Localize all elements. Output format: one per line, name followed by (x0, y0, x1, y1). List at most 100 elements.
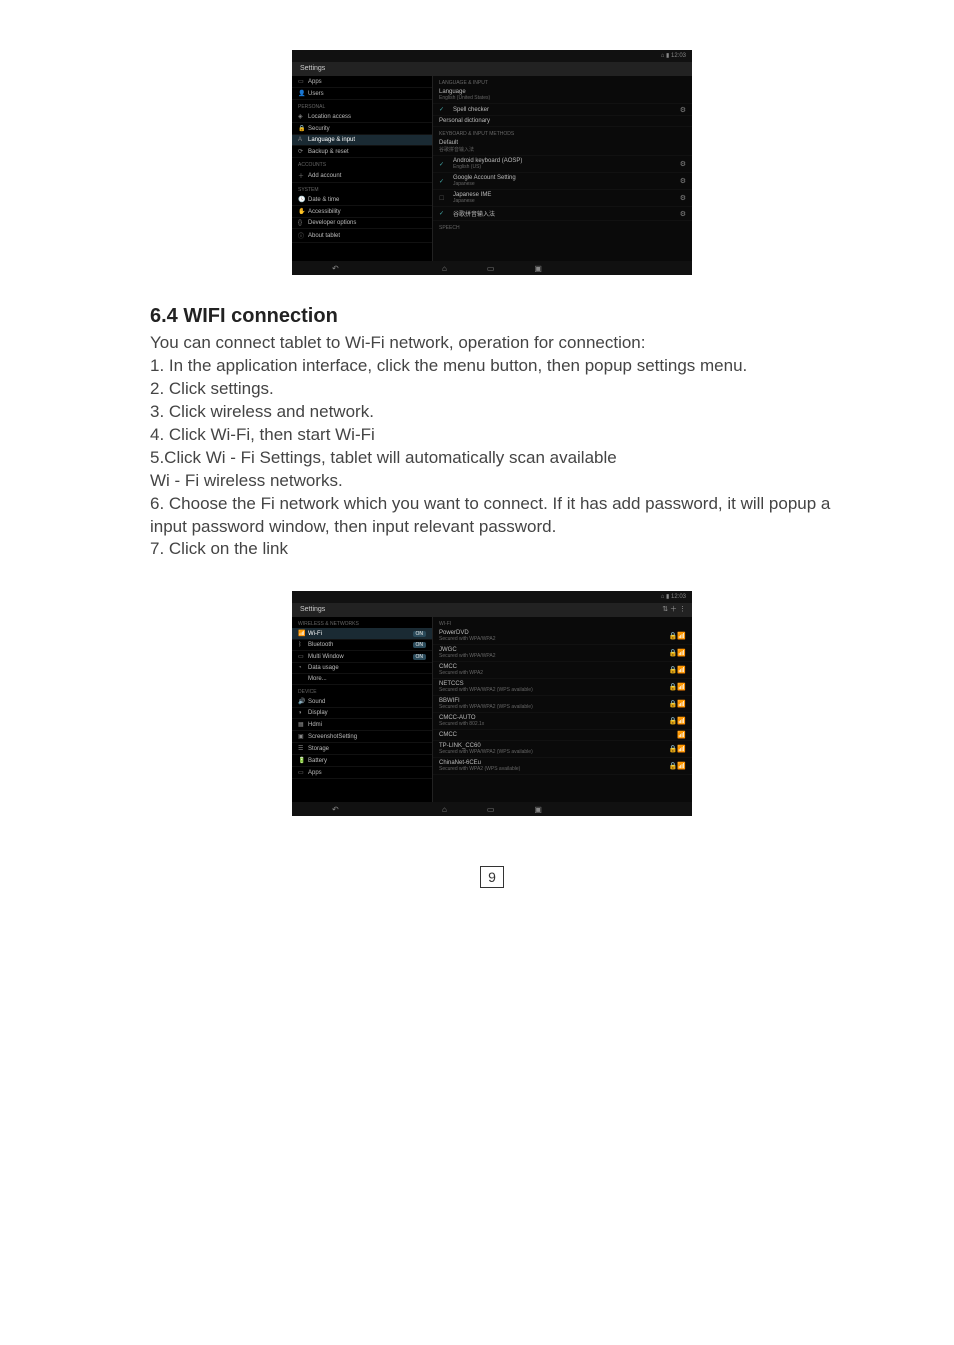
gear-icon[interactable]: ⚙ (680, 177, 686, 185)
sidebar-item-label: Language & input (308, 137, 355, 143)
wifi-network-row[interactable]: CMCC 📶 (433, 730, 692, 741)
sidebar-item-language-input[interactable]: ALanguage & input (292, 135, 432, 146)
sidebar-item-wifi[interactable]: 📶Wi-FiON (292, 628, 432, 640)
wifi-network-row[interactable]: TP-LINK_CC60Secured with WPA/WPA2 (WPS a… (433, 741, 692, 758)
sidebar-item-developer[interactable]: {}Developer options (292, 218, 432, 229)
sidebar-header-wireless: WIRELESS & NETWORKS (292, 617, 432, 628)
sidebar-item-label: Battery (308, 758, 327, 764)
sidebar-item-accessibility[interactable]: ✋Accessibility (292, 206, 432, 218)
status-bar-content: ⌂ ▮ 12:03 (661, 594, 686, 600)
status-bar-content: ⌂ ▮ 12:03 (661, 53, 686, 59)
row-google-account-setting[interactable]: ✓Google Account SettingJapanese⚙ (433, 173, 692, 190)
wifi-signal-icon: 📶 (677, 731, 686, 739)
gear-icon[interactable]: ⚙ (680, 194, 686, 202)
row-default[interactable]: Default谷歌拼音输入法 (433, 138, 692, 156)
check-icon: ✓ (439, 178, 449, 185)
recent-button[interactable]: ▭ (487, 264, 495, 273)
wifi-signal-icon: 🔒📶 (669, 762, 686, 770)
sidebar-item-sound[interactable]: 🔊Sound (292, 696, 432, 708)
wifi-network-row[interactable]: ChinaNet-6CEuSecured with WPA2 (WPS avai… (433, 758, 692, 775)
sidebar-item-bluetooth[interactable]: ᛒBluetooth ON (292, 640, 432, 651)
sidebar-item-apps[interactable]: ▭Apps (292, 767, 432, 779)
sidebar-item-battery[interactable]: 🔋Battery (292, 755, 432, 767)
nav-bar: ↶ ⌂ ▭ ▣ (292, 802, 692, 816)
apps-icon: ▭ (298, 769, 308, 776)
row-title: Spell checker (453, 107, 489, 113)
sidebar-item-hdmi[interactable]: ▦Hdmi (292, 719, 432, 731)
right-header: LANGUAGE & INPUT (433, 76, 692, 87)
multiwindow-icon: ▭ (298, 653, 308, 660)
sidebar-item-location[interactable]: ◈Location access (292, 111, 432, 123)
gear-icon[interactable]: ⚙ (680, 210, 686, 218)
wifi-security: Secured with WPA/WPA2 (439, 636, 496, 642)
sidebar-item-label: Users (308, 91, 324, 97)
nav-bar: ↶ ⌂ ▭ ▣ (292, 261, 692, 275)
wifi-security: Secured with WPA/WPA2 (WPS available) (439, 749, 533, 755)
sidebar-item-more[interactable]: More... (292, 674, 432, 685)
wifi-network-row[interactable]: BBWIFISecured with WPA/WPA2 (WPS availab… (433, 696, 692, 713)
row-language[interactable]: LanguageEnglish (United States) (433, 87, 692, 104)
home-button[interactable]: ⌂ (442, 805, 447, 814)
wifi-list-panel: Wi-Fi PowerDVDSecured with WPA/WPA2🔒📶 JW… (433, 617, 692, 802)
row-android-keyboard[interactable]: ✓Android keyboard (AOSP)English (US)⚙ (433, 156, 692, 173)
screenshot-button[interactable]: ▣ (534, 805, 542, 814)
settings-wifi-screenshot: ⌂ ▮ 12:03 Settings ⇅ ＋ ⋮ WIRELESS & NETW… (292, 591, 692, 816)
wifi-toggle[interactable]: ON (413, 631, 427, 637)
recent-button[interactable]: ▭ (487, 805, 495, 814)
gear-icon[interactable]: ⚙ (680, 160, 686, 168)
sidebar-item-about-tablet[interactable]: ⓘAbout tablet (292, 229, 432, 243)
row-spell-checker[interactable]: ✓Spell checker⚙ (433, 104, 692, 116)
settings-title: Settings (300, 606, 325, 613)
sidebar-item-screenshot-setting[interactable]: ▣ScreenshotSetting (292, 731, 432, 743)
body-line: 7. Click on the link (150, 538, 834, 561)
wifi-signal-icon: 🔒📶 (669, 632, 686, 640)
body-line: input password window, then input releva… (150, 516, 834, 539)
bluetooth-toggle[interactable]: ON (413, 642, 427, 648)
back-button[interactable]: ↶ (332, 264, 339, 273)
settings-left-panel: ▭Apps 👤Users PERSONAL ◈Location access 🔒… (292, 76, 433, 261)
sidebar-item-multiwindow[interactable]: ▭Multi Window ON (292, 651, 432, 663)
sidebar-item-add-account[interactable]: ＋Add account (292, 169, 432, 183)
check-icon: ✓ (439, 210, 449, 217)
row-japanese-ime[interactable]: ☐Japanese IMEJapanese⚙ (433, 190, 692, 207)
sidebar-item-users[interactable]: 👤Users (292, 88, 432, 100)
sound-icon: 🔊 (298, 698, 308, 705)
row-sub: Japanese (453, 181, 516, 187)
wifi-signal-icon: 🔒📶 (669, 666, 686, 674)
info-icon: ⓘ (298, 231, 308, 240)
gear-icon[interactable]: ⚙ (680, 106, 686, 114)
wifi-security: Secured with WPA/WPA2 (439, 653, 496, 659)
settings-right-panel: LANGUAGE & INPUT LanguageEnglish (United… (433, 76, 692, 261)
sidebar-item-label: Multi Window (308, 654, 344, 660)
sidebar-header-device: DEVICE (292, 685, 432, 696)
wifi-security: Secured with WPA/WPA2 (WPS available) (439, 687, 533, 693)
multiwindow-toggle[interactable]: ON (413, 654, 427, 660)
sidebar-item-apps[interactable]: ▭Apps (292, 76, 432, 88)
screenshot-button[interactable]: ▣ (534, 264, 542, 273)
wifi-network-row[interactable]: NETCCSSecured with WPA/WPA2 (WPS availab… (433, 679, 692, 696)
settings-language-screenshot: ⌂ ▮ 12:03 Settings ▭Apps 👤Users PERSONAL… (292, 50, 692, 275)
wifi-network-row[interactable]: JWGCSecured with WPA/WPA2🔒📶 (433, 645, 692, 662)
sidebar-item-label: Display (308, 710, 328, 716)
wifi-ssid: CMCC (439, 732, 457, 738)
accessibility-icon: ✋ (298, 208, 308, 215)
sidebar-item-backup-reset[interactable]: ⟳Backup & reset (292, 146, 432, 158)
row-personal-dictionary[interactable]: Personal dictionary (433, 116, 692, 127)
row-pinyin[interactable]: ✓谷歌拼音输入法⚙ (433, 207, 692, 221)
wifi-network-row[interactable]: CMCC-AUTOSecured with 802.1x🔒📶 (433, 713, 692, 730)
sidebar-item-security[interactable]: 🔒Security (292, 123, 432, 135)
sidebar-item-storage[interactable]: ☰Storage (292, 743, 432, 755)
wifi-network-row[interactable]: CMCCSecured with WPA2🔒📶 (433, 662, 692, 679)
title-bar-actions[interactable]: ⇅ ＋ ⋮ (662, 603, 686, 617)
back-button[interactable]: ↶ (332, 805, 339, 814)
home-button[interactable]: ⌂ (442, 264, 447, 273)
row-sub: English (US) (453, 164, 522, 170)
sidebar-item-label: Data usage (308, 665, 339, 671)
settings-left-panel: WIRELESS & NETWORKS 📶Wi-FiON ᛒBluetooth O… (292, 617, 433, 802)
sidebar-item-label: Bluetooth (308, 642, 333, 648)
sidebar-item-date-time[interactable]: 🕓Date & time (292, 194, 432, 206)
sidebar-item-display[interactable]: ◑Display (292, 708, 432, 719)
bluetooth-icon: ᛒ (298, 642, 308, 648)
sidebar-item-data-usage[interactable]: ◔Data usage (292, 663, 432, 674)
wifi-network-row[interactable]: PowerDVDSecured with WPA/WPA2🔒📶 (433, 628, 692, 645)
